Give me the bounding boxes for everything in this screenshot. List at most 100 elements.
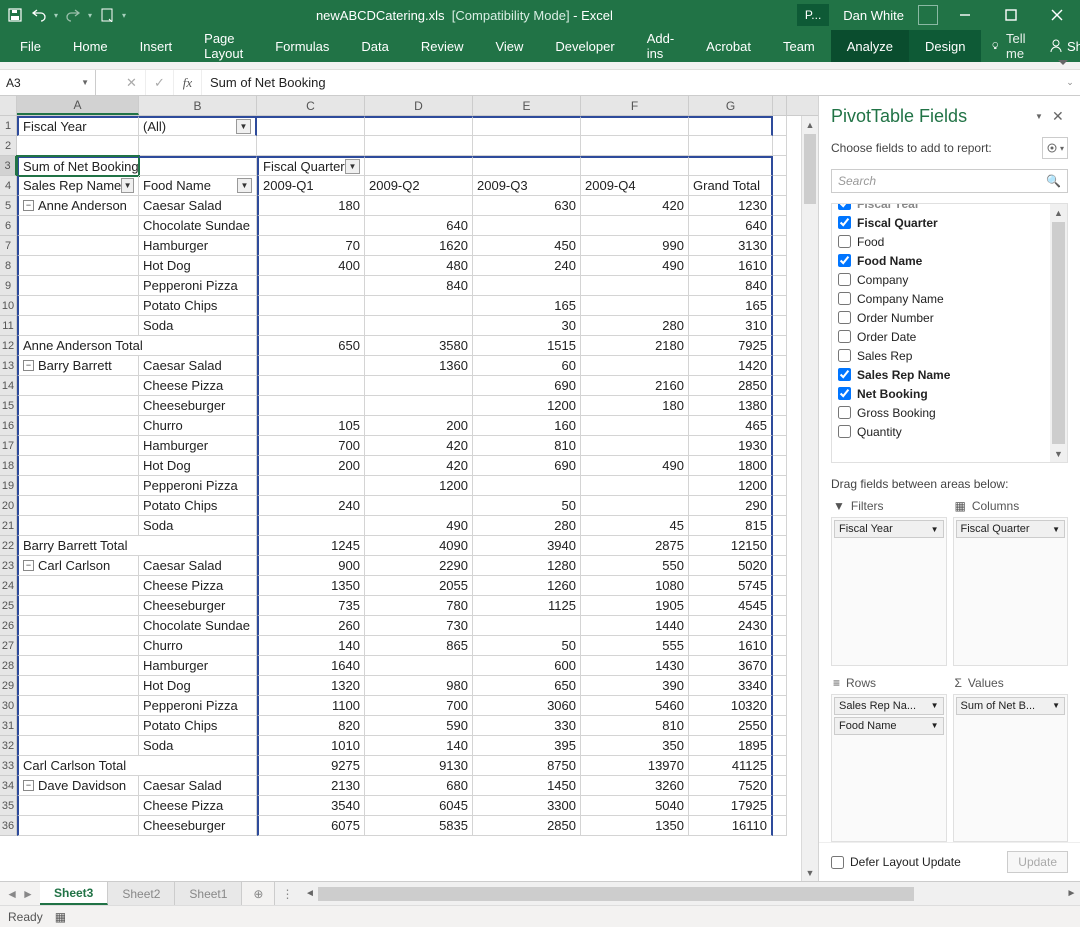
select-all-corner[interactable] xyxy=(0,96,17,115)
pivot-row-label[interactable]: Churro xyxy=(139,636,257,656)
pivot-value[interactable]: 735 xyxy=(257,596,365,616)
pivot-row-label[interactable] xyxy=(17,236,139,256)
pivot-value[interactable] xyxy=(473,216,581,236)
area-pill[interactable]: Sum of Net B...▼ xyxy=(956,697,1066,715)
pivot-value[interactable]: 5745 xyxy=(689,576,773,596)
pivot-row-label[interactable] xyxy=(17,696,139,716)
field-item[interactable]: Sales Rep xyxy=(832,346,1067,365)
pivot-row-label[interactable]: Potato Chips xyxy=(139,716,257,736)
rows-area[interactable]: ≡Rows Sales Rep Na...▼Food Name▼ xyxy=(831,672,947,843)
pivot-value[interactable] xyxy=(257,356,365,376)
pivot-value[interactable]: 1260 xyxy=(473,576,581,596)
pivot-value[interactable] xyxy=(581,296,689,316)
account-photo-placeholder[interactable] xyxy=(918,5,938,25)
pivot-value[interactable]: 290 xyxy=(689,496,773,516)
row-header[interactable]: 28 xyxy=(0,656,17,676)
row-header[interactable]: 2 xyxy=(0,136,17,156)
row-header[interactable]: 29 xyxy=(0,676,17,696)
pivot-value[interactable]: 395 xyxy=(473,736,581,756)
field-checkbox[interactable] xyxy=(838,406,851,419)
ribbon-tab-home[interactable]: Home xyxy=(57,30,124,62)
expand-formula-bar-icon[interactable]: ⌄ xyxy=(1060,70,1080,95)
pivot-value[interactable]: 1640 xyxy=(257,656,365,676)
pivot-value[interactable]: 180 xyxy=(257,196,365,216)
cell[interactable] xyxy=(773,356,787,376)
pivot-row-label[interactable] xyxy=(17,436,139,456)
area-pill[interactable]: Fiscal Quarter▼ xyxy=(956,520,1066,538)
pivot-value[interactable]: 1350 xyxy=(581,816,689,836)
pivot-value[interactable]: 5835 xyxy=(365,816,473,836)
field-item[interactable]: Order Number xyxy=(832,308,1067,327)
filter-dropdown-icon[interactable]: ▼ xyxy=(345,159,360,174)
pivot-value[interactable]: 5460 xyxy=(581,696,689,716)
pivot-row-label[interactable] xyxy=(17,416,139,436)
ribbon-tab-page-layout[interactable]: Page Layout xyxy=(188,30,259,62)
scroll-up-icon[interactable]: ▲ xyxy=(802,116,818,133)
row-header[interactable]: 10 xyxy=(0,296,17,316)
pivot-value[interactable]: 12150 xyxy=(689,536,773,556)
pivot-value[interactable] xyxy=(257,276,365,296)
cell[interactable] xyxy=(581,136,689,156)
pivot-row-label[interactable]: Cheese Pizza xyxy=(139,376,257,396)
scroll-down-icon[interactable]: ▼ xyxy=(802,864,818,881)
field-checkbox[interactable] xyxy=(838,273,851,286)
pivot-col-header[interactable]: Grand Total xyxy=(689,176,773,196)
field-item[interactable]: Gross Booking xyxy=(832,403,1067,422)
pivot-page-field-label[interactable]: Fiscal Year xyxy=(17,116,139,136)
pivot-value[interactable]: 5020 xyxy=(689,556,773,576)
row-header[interactable]: 35 xyxy=(0,796,17,816)
pivot-value[interactable]: 1930 xyxy=(689,436,773,456)
pivot-row-label[interactable]: Pepperoni Pizza xyxy=(139,276,257,296)
cell[interactable] xyxy=(773,216,787,236)
cell[interactable] xyxy=(139,136,257,156)
pivot-value[interactable]: 9275 xyxy=(257,756,365,776)
cell[interactable] xyxy=(773,816,787,836)
pivot-value[interactable]: 280 xyxy=(581,316,689,336)
pivot-value[interactable]: 1440 xyxy=(581,616,689,636)
pivot-row-label[interactable] xyxy=(17,816,139,836)
ribbon-tab-insert[interactable]: Insert xyxy=(124,30,189,62)
pivot-value[interactable] xyxy=(257,516,365,536)
pivot-row-label[interactable] xyxy=(17,576,139,596)
pivot-row-label[interactable]: Caesar Salad xyxy=(139,556,257,576)
pivot-value[interactable]: 590 xyxy=(365,716,473,736)
cell[interactable] xyxy=(773,336,787,356)
cell[interactable] xyxy=(689,116,773,136)
quickprint-icon[interactable] xyxy=(98,6,116,24)
pivot-value[interactable]: 820 xyxy=(257,716,365,736)
cell[interactable] xyxy=(773,556,787,576)
row-header[interactable]: 24 xyxy=(0,576,17,596)
pivot-row-label[interactable]: Cheeseburger xyxy=(139,816,257,836)
ribbon-tab-view[interactable]: View xyxy=(479,30,539,62)
row-header[interactable]: 18 xyxy=(0,456,17,476)
pivot-value[interactable]: 3540 xyxy=(257,796,365,816)
chevron-down-icon[interactable]: ▼ xyxy=(81,78,89,87)
row-header[interactable]: 17 xyxy=(0,436,17,456)
cell[interactable] xyxy=(773,656,787,676)
worksheet-grid[interactable]: A B C D E F G 1Fiscal Year(All)▼23Sum of… xyxy=(0,96,818,881)
cell[interactable] xyxy=(257,116,365,136)
pivot-row-label[interactable]: Cheese Pizza xyxy=(139,576,257,596)
col-header-E[interactable]: E xyxy=(473,96,581,115)
pivot-value[interactable]: 1450 xyxy=(473,776,581,796)
field-item[interactable]: Fiscal Year xyxy=(832,203,1067,213)
pivot-row-label[interactable]: Hot Dog xyxy=(139,256,257,276)
field-checkbox[interactable] xyxy=(838,292,851,305)
cell[interactable] xyxy=(773,516,787,536)
row-header[interactable]: 11 xyxy=(0,316,17,336)
pivot-value[interactable]: 490 xyxy=(581,256,689,276)
pivot-value[interactable] xyxy=(365,496,473,516)
pivot-row-label[interactable]: −Carl Carlson xyxy=(17,556,139,576)
ribbon-tab-team[interactable]: Team xyxy=(767,30,831,62)
pivot-row-label[interactable] xyxy=(17,616,139,636)
pivot-value[interactable]: 7520 xyxy=(689,776,773,796)
save-icon[interactable] xyxy=(6,6,24,24)
cell[interactable] xyxy=(773,456,787,476)
row-header[interactable]: 3 xyxy=(0,156,17,176)
pivot-value[interactable] xyxy=(257,316,365,336)
pivot-value[interactable] xyxy=(581,476,689,496)
field-checkbox[interactable] xyxy=(838,368,851,381)
pivot-value[interactable] xyxy=(257,296,365,316)
col-header-H[interactable] xyxy=(773,96,787,115)
pivot-value[interactable]: 2160 xyxy=(581,376,689,396)
